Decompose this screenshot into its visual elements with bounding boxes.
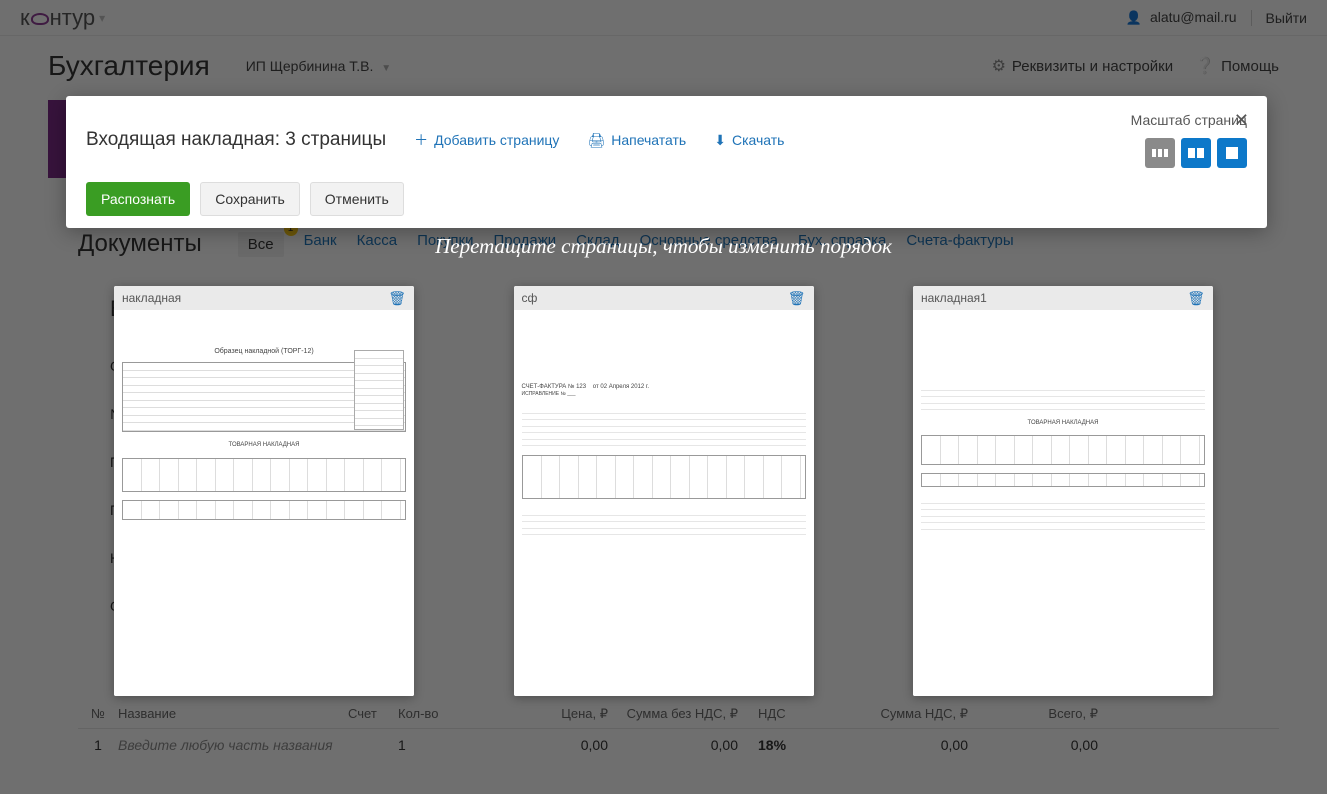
scale-icons <box>1131 138 1247 168</box>
page-thumb-label: сф <box>522 291 538 305</box>
print-link[interactable]: 🖨 Напечатать <box>587 132 686 149</box>
page-thumbnail[interactable]: накладная1 🗑 ТОВАРНАЯ НАКЛАДНАЯ <box>913 286 1213 696</box>
trash-icon[interactable]: 🗑 <box>1187 290 1205 307</box>
plus-icon: ＋ <box>414 130 428 150</box>
drag-hint: Перетащите страницы, чтобы изменить поря… <box>0 234 1327 259</box>
page-thumb-header: накладная1 🗑 <box>913 286 1213 310</box>
print-icon: 🖨 <box>587 132 605 149</box>
download-icon: ⬇ <box>714 132 726 149</box>
close-icon[interactable]: ✕ <box>1230 106 1253 135</box>
scale-small-icon[interactable] <box>1145 138 1175 168</box>
page-thumb-header: накладная 🗑 <box>114 286 414 310</box>
modal-header: Входящая накладная: 3 страницы ＋ Добавит… <box>66 96 1267 228</box>
page-thumbnail[interactable]: накладная 🗑 Образец накладной (ТОРГ-12) … <box>114 286 414 696</box>
scale-large-icon[interactable] <box>1217 138 1247 168</box>
scale-medium-icon[interactable] <box>1181 138 1211 168</box>
modal-title: Входящая накладная: 3 страницы <box>86 129 386 151</box>
page-thumb-body[interactable]: ТОВАРНАЯ НАКЛАДНАЯ <box>913 310 1213 696</box>
trash-icon[interactable]: 🗑 <box>788 290 806 307</box>
page-thumb-body[interactable]: Образец накладной (ТОРГ-12) ТОВАРНАЯ НАК… <box>114 310 414 696</box>
print-label: Напечатать <box>611 132 686 148</box>
download-link[interactable]: ⬇ Скачать <box>714 132 784 149</box>
add-page-link[interactable]: ＋ Добавить страницу <box>414 130 559 150</box>
app-root: к нтур ▾ 👤 alatu@mail.ru Выйти Бухгалтер… <box>0 0 1327 794</box>
pages-modal: ✕ Входящая накладная: 3 страницы ＋ Добав… <box>66 96 1267 228</box>
page-thumb-body[interactable]: СЧЕТ-ФАКТУРА № 123 от 02 Апреля 2012 г. … <box>514 310 814 696</box>
save-button[interactable]: Сохранить <box>200 182 300 216</box>
page-thumbnail[interactable]: сф 🗑 СЧЕТ-ФАКТУРА № 123 от 02 Апреля 201… <box>514 286 814 696</box>
page-thumb-header: сф 🗑 <box>514 286 814 310</box>
page-thumb-label: накладная <box>122 291 181 305</box>
download-label: Скачать <box>732 132 785 148</box>
page-thumbnails: накладная 🗑 Образец накладной (ТОРГ-12) … <box>114 286 1213 696</box>
page-thumb-label: накладная1 <box>921 291 987 305</box>
recognize-button[interactable]: Распознать <box>86 182 190 216</box>
modal-buttons: Распознать Сохранить Отменить <box>86 182 1247 216</box>
cancel-button[interactable]: Отменить <box>310 182 404 216</box>
trash-icon[interactable]: 🗑 <box>388 290 406 307</box>
add-page-label: Добавить страницу <box>434 132 559 148</box>
